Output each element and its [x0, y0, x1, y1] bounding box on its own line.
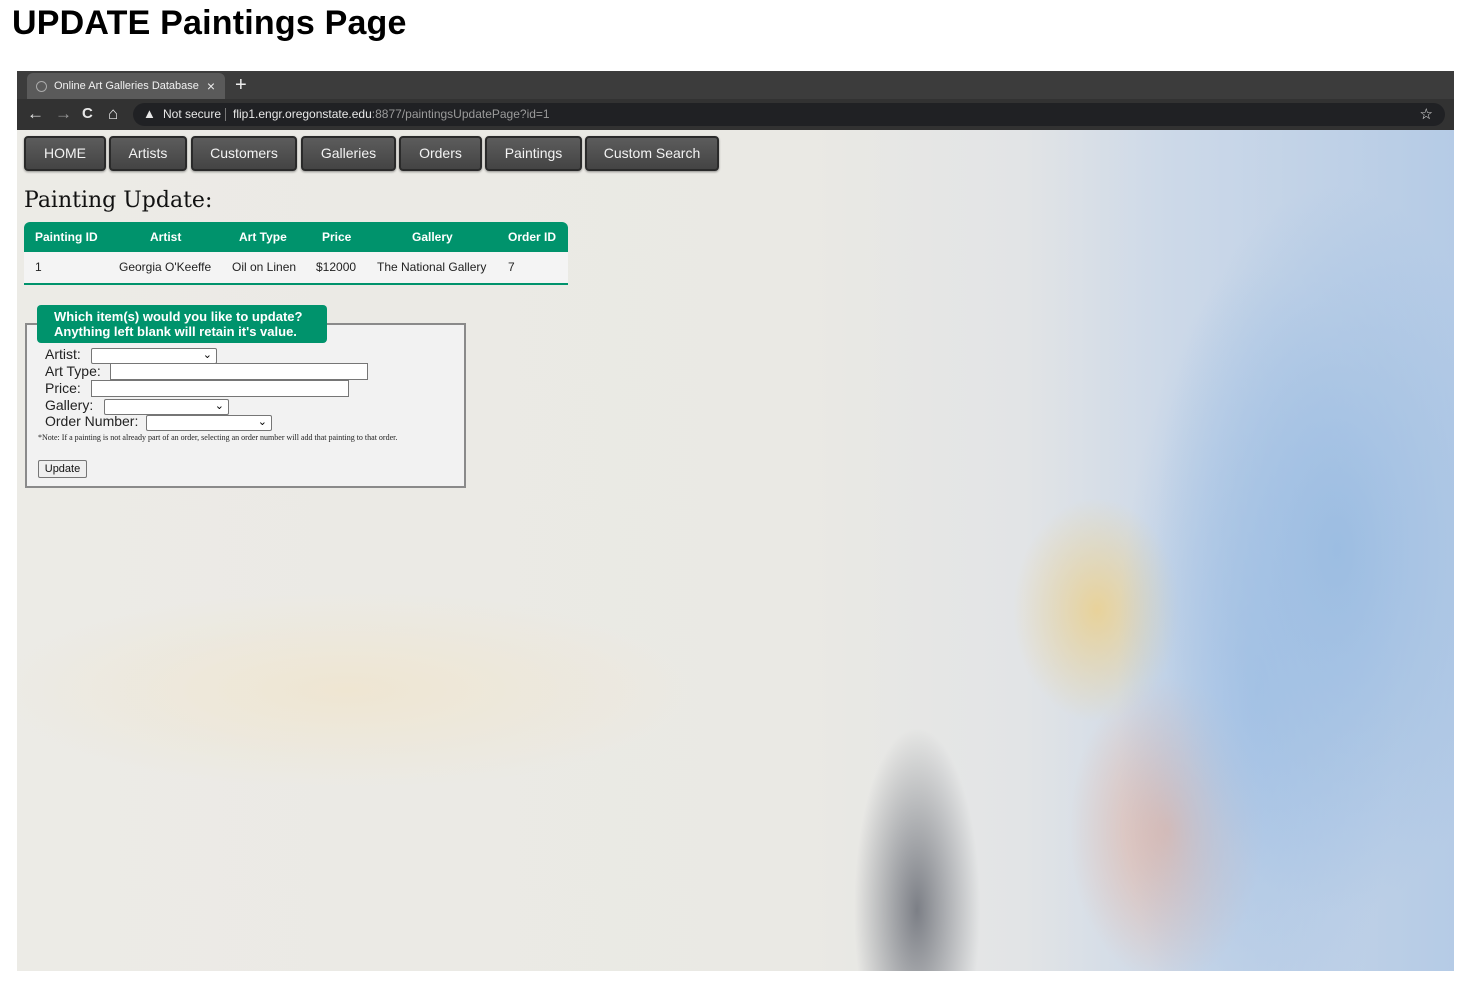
legend-line-1: Which item(s) would you like to update?	[54, 309, 303, 324]
chevron-down-icon: ⌄	[257, 416, 267, 428]
nav-home[interactable]: HOME	[24, 136, 106, 171]
browser-tab[interactable]: Online Art Galleries Database ×	[27, 73, 225, 99]
reload-icon[interactable]: C	[82, 103, 93, 125]
table-row: 1 Georgia O'Keeffe Oil on Linen $12000 T…	[24, 252, 568, 285]
form-legend: Which item(s) would you like to update? …	[37, 305, 327, 343]
order-number-select[interactable]: ⌄	[146, 415, 272, 431]
artist-select[interactable]: ⌄	[91, 348, 217, 364]
nav-orders[interactable]: Orders	[399, 136, 482, 171]
security-label[interactable]: Not secure	[163, 107, 221, 121]
browser-toolbar: ← → C ⌂ ▲ Not secure flip1.engr.oregonst…	[17, 99, 1454, 130]
chevron-down-icon: ⌄	[202, 349, 212, 361]
gallery-label: Gallery:	[45, 397, 94, 413]
nav-paintings[interactable]: Paintings	[485, 136, 582, 171]
header-price: Price	[322, 230, 352, 244]
nav-custom-search[interactable]: Custom Search	[585, 136, 719, 171]
nav-galleries[interactable]: Galleries	[301, 136, 396, 171]
new-tab-icon[interactable]: +	[235, 72, 247, 98]
chevron-down-icon: ⌄	[214, 400, 224, 412]
header-order-id: Order ID	[508, 230, 557, 244]
nav-customers[interactable]: Customers	[191, 136, 297, 171]
url-host: flip1.engr.oregonstate.edu	[233, 107, 372, 121]
globe-icon	[36, 81, 47, 92]
browser-window: Online Art Galleries Database × + ← → C …	[17, 71, 1454, 971]
cell-painting-id: 1	[35, 260, 42, 274]
nav-artists[interactable]: Artists	[109, 136, 187, 171]
header-artist: Artist	[150, 230, 182, 244]
cell-order-id: 7	[508, 260, 515, 274]
legend-line-2: Anything left blank will retain it's val…	[54, 324, 297, 339]
document-heading: UPDATE Paintings Page	[12, 4, 407, 42]
page-title: Painting Update:	[24, 188, 213, 213]
artist-label: Artist:	[45, 346, 81, 362]
header-art-type: Art Type	[239, 230, 287, 244]
price-label: Price:	[45, 380, 81, 396]
forward-icon[interactable]: →	[55, 103, 72, 125]
order-number-label: Order Number:	[45, 413, 139, 429]
price-input[interactable]	[91, 380, 349, 397]
cell-price: $12000	[316, 260, 357, 274]
art-type-label: Art Type:	[45, 363, 101, 379]
divider	[225, 108, 226, 121]
cell-gallery: The National Gallery	[377, 260, 487, 274]
update-button[interactable]: Update	[38, 460, 87, 478]
art-type-input[interactable]	[110, 363, 368, 380]
close-icon[interactable]: ×	[207, 73, 215, 99]
cell-artist: Georgia O'Keeffe	[119, 260, 212, 274]
header-gallery: Gallery	[412, 230, 453, 244]
tab-title: Online Art Galleries Database	[54, 80, 199, 92]
order-note: *Note: If a painting is not already part…	[38, 433, 398, 442]
back-icon[interactable]: ←	[27, 103, 44, 125]
address-bar[interactable]: ▲ Not secure flip1.engr.oregonstate.edu:…	[133, 103, 1445, 126]
warning-icon: ▲	[143, 106, 156, 121]
header-painting-id: Painting ID	[35, 230, 98, 244]
bookmark-star-icon[interactable]: ☆	[1420, 105, 1433, 123]
url-text[interactable]: flip1.engr.oregonstate.edu:8877/painting…	[233, 107, 550, 121]
home-icon[interactable]: ⌂	[108, 103, 118, 125]
tab-strip: Online Art Galleries Database × +	[17, 71, 1454, 99]
painting-table: Painting ID Artist Art Type Price Galler…	[24, 222, 568, 285]
url-path: :8877/paintingsUpdatePage?id=1	[371, 107, 550, 121]
cell-art-type: Oil on Linen	[232, 260, 297, 274]
table-header: Painting ID Artist Art Type Price Galler…	[24, 222, 568, 252]
page-content: HOME Artists Customers Galleries Orders …	[17, 130, 1454, 971]
